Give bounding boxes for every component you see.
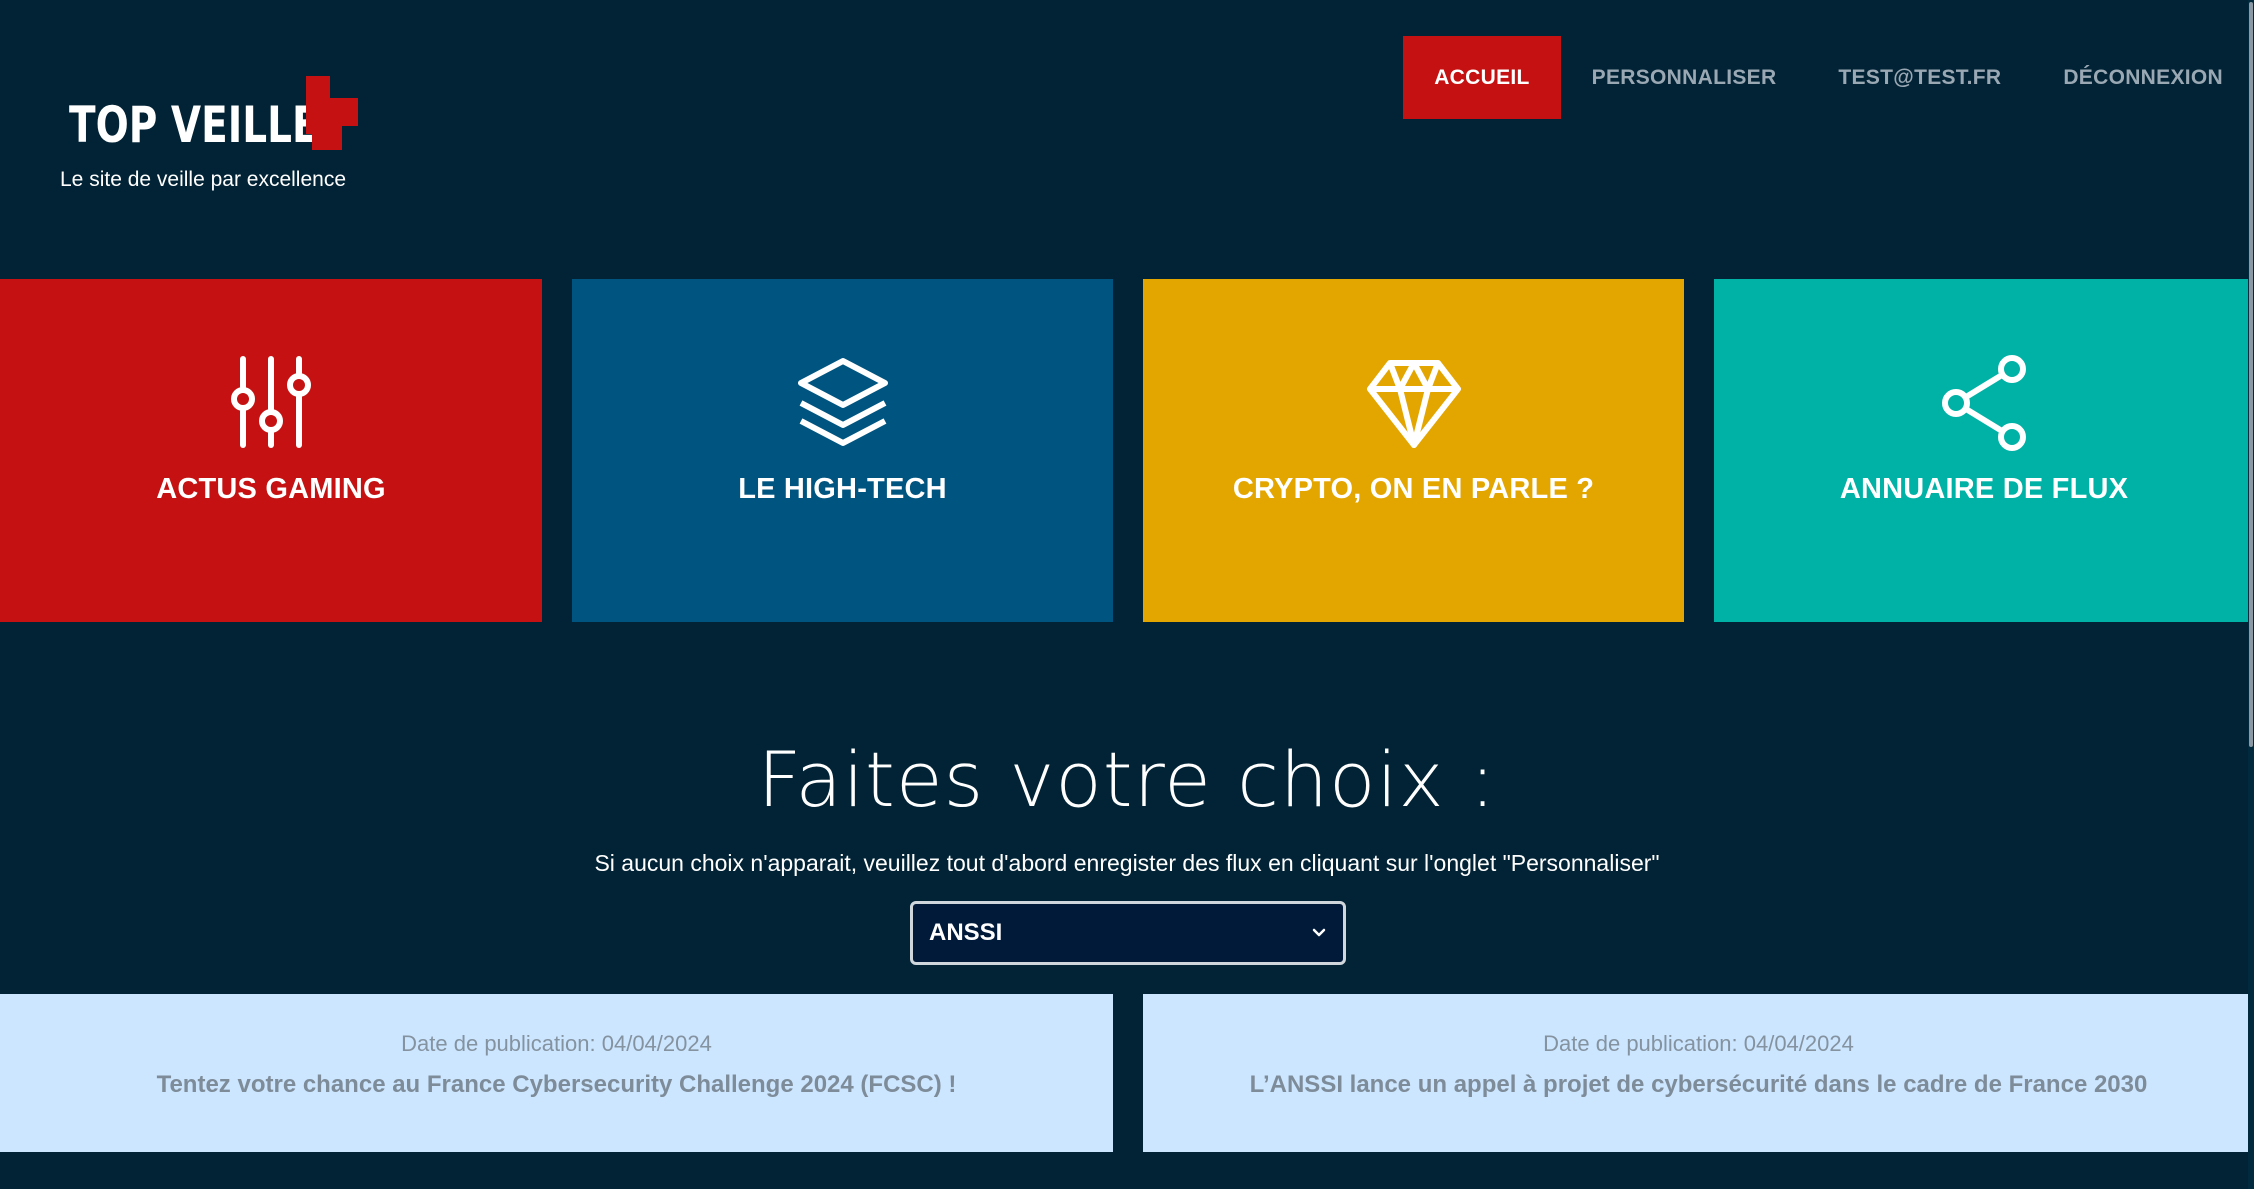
share-icon (1942, 355, 2026, 451)
site-tagline: Le site de veille par excellence (60, 168, 347, 191)
nav-item-deconnexion[interactable]: DÉCONNEXION (2032, 36, 2254, 119)
site-logo[interactable]: TOP VEILLE (60, 72, 380, 154)
choice-note: Si aucun choix n'apparait, veuillez tout… (594, 850, 1660, 876)
logo-mark-icon (306, 76, 358, 150)
page: TOP VEILLE Le site de veille par excelle… (0, 0, 2254, 1189)
page-scrollbar[interactable] (2248, 0, 2254, 1189)
nav-item-personnaliser[interactable]: PERSONNALISER (1561, 36, 1808, 119)
diamond-icon (1366, 360, 1461, 448)
logo-text: TOP VEILLE (69, 96, 319, 154)
feed-select[interactable]: ANSSI (910, 901, 1346, 965)
tile-label: CRYPTO, ON EN PARLE ? (1232, 473, 1595, 505)
article-date: Date de publication: 04/04/2024 (401, 1031, 712, 1056)
article-card[interactable]: Date de publication: 04/04/2024 L’ANSSI … (1143, 994, 2254, 1152)
tile-label: ANNUAIRE DE FLUX (1839, 473, 2129, 505)
category-tiles: ACTUS GAMING LE HIGH-TECH CRYPTO, ON EN … (0, 279, 2254, 622)
layers-icon (797, 358, 888, 446)
article-card[interactable]: Date de publication: 04/04/2024 Tentez v… (0, 994, 1113, 1152)
tile-crypto[interactable]: CRYPTO, ON EN PARLE ? (1143, 279, 1684, 622)
article-title[interactable]: Tentez votre chance au France Cybersecur… (0, 1071, 1113, 1099)
nav-item-accueil[interactable]: ACCUEIL (1403, 36, 1561, 119)
tile-label: LE HIGH-TECH (738, 473, 947, 505)
tile-annuaire-flux[interactable]: ANNUAIRE DE FLUX (1714, 279, 2254, 622)
nav-item-account[interactable]: TEST@TEST.FR (1807, 36, 2032, 119)
main-nav: ACCUEIL PERSONNALISER TEST@TEST.FR DÉCON… (1403, 36, 2254, 119)
sliders-icon (231, 356, 311, 448)
chevron-down-icon (1311, 927, 1327, 939)
tile-actus-gaming[interactable]: ACTUS GAMING (0, 279, 542, 622)
article-date: Date de publication: 04/04/2024 (1543, 1031, 1854, 1056)
choice-heading: Faites votre choix : (757, 735, 1497, 824)
article-title[interactable]: L’ANSSI lance un appel à projet de cyber… (1143, 1071, 2254, 1099)
feed-select-value: ANSSI (929, 919, 1003, 946)
tile-label: ACTUS GAMING (156, 473, 386, 505)
scrollbar-thumb[interactable] (2249, 2, 2253, 747)
tile-high-tech[interactable]: LE HIGH-TECH (572, 279, 1113, 622)
